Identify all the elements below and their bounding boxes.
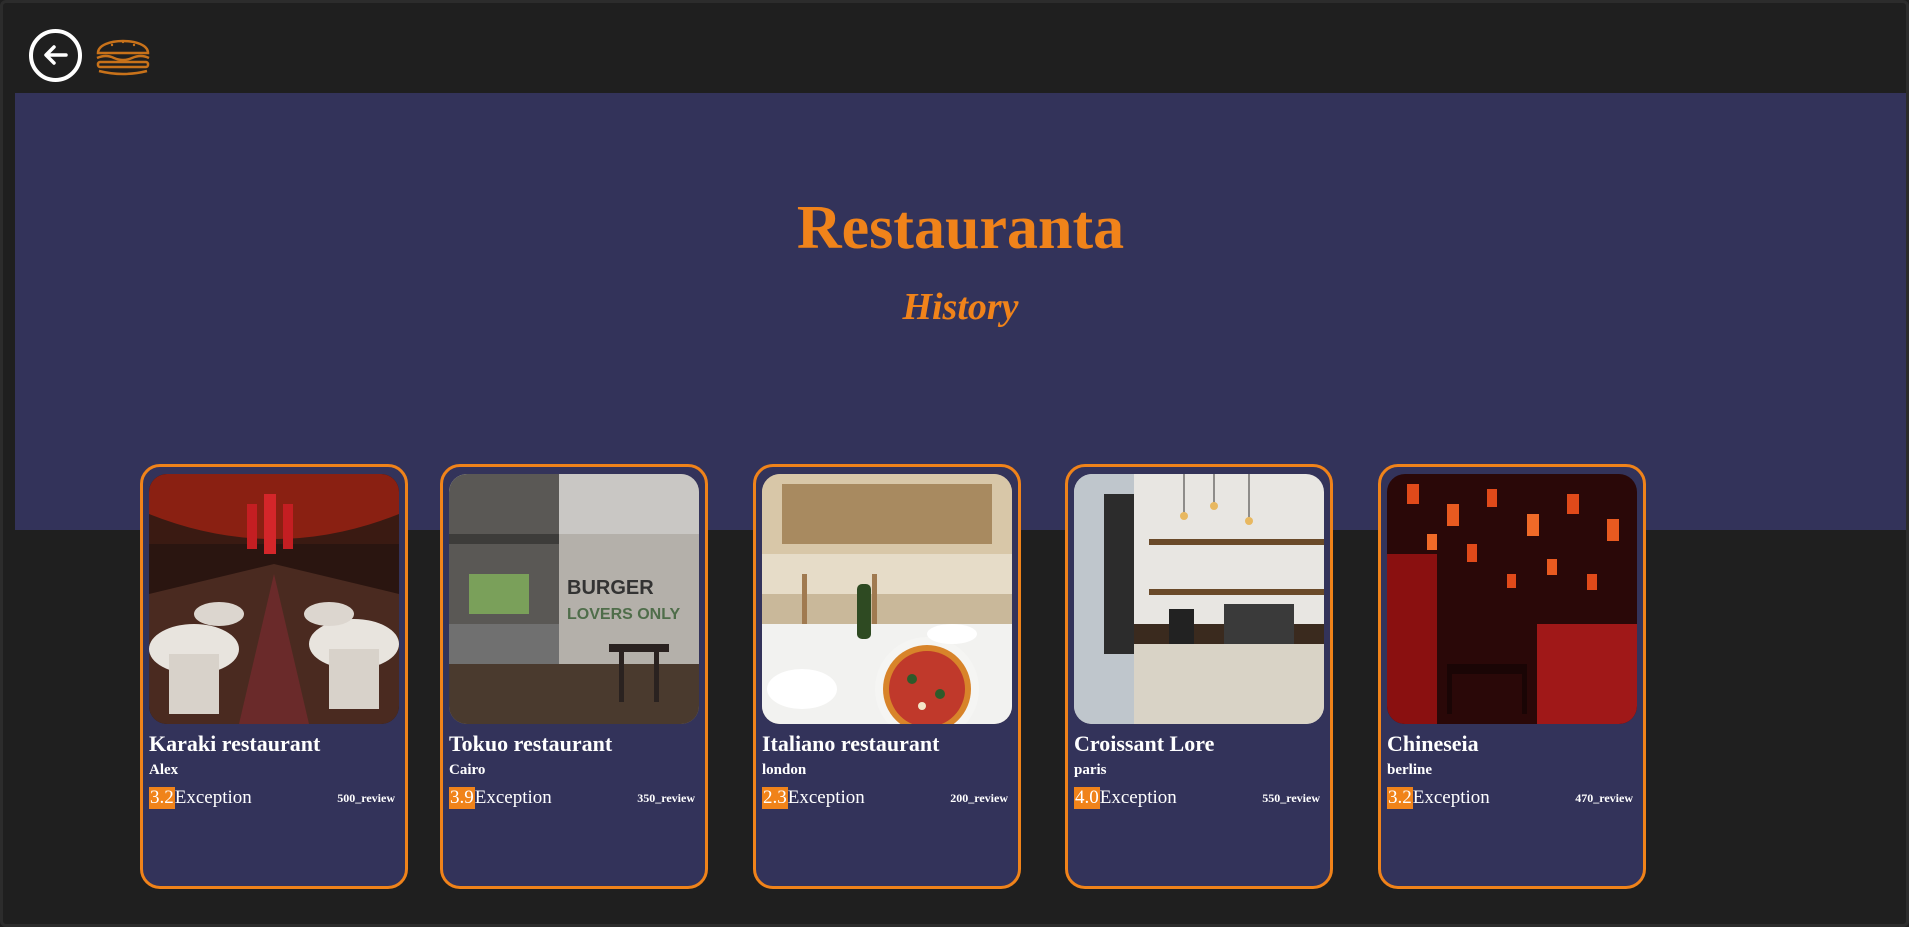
restaurant-photo bbox=[762, 474, 1012, 724]
rating-badge: 3.2 bbox=[1387, 787, 1413, 809]
rating-row: 4.0 Exception 550_review bbox=[1074, 787, 1320, 809]
restaurant-photo bbox=[1387, 474, 1637, 724]
restaurant-name: Italiano restaurant bbox=[762, 731, 940, 756]
restaurant-card[interactable]: Karaki restaurant Alex 3.2 Exception 500… bbox=[140, 464, 408, 889]
restaurant-city: london bbox=[762, 762, 807, 778]
restaurant-name: Croissant Lore bbox=[1074, 731, 1215, 756]
rating-row: 2.3 Exception 200_review bbox=[762, 787, 1008, 809]
rating-badge: 2.3 bbox=[762, 787, 788, 809]
restaurant-list: Karaki restaurant Alex 3.2 Exception 500… bbox=[140, 464, 1740, 889]
top-bar bbox=[29, 27, 156, 83]
restaurant-card[interactable]: Chineseia berline 3.2 Exception 470_revi… bbox=[1378, 464, 1646, 889]
restaurant-city: Alex bbox=[149, 762, 179, 778]
rating-label: Exception bbox=[474, 787, 552, 808]
review-count: 470_review bbox=[1575, 790, 1633, 805]
restaurant-photo bbox=[1074, 474, 1324, 724]
restaurant-name: Karaki restaurant bbox=[149, 731, 321, 756]
restaurant-card[interactable]: Croissant Lore paris 4.0 Exception 550_r… bbox=[1065, 464, 1333, 889]
page-title: Restauranta bbox=[796, 194, 1125, 262]
rating-label: Exception bbox=[1099, 787, 1177, 808]
rating-row: 3.2 Exception 500_review bbox=[149, 787, 395, 809]
restaurant-card[interactable]: BURGER LOVERS ONLY Tokuo restaurant Cair… bbox=[440, 464, 708, 889]
restaurant-photo: BURGER LOVERS ONLY bbox=[449, 474, 699, 724]
back-button[interactable] bbox=[29, 28, 82, 82]
review-count: 200_review bbox=[950, 790, 1008, 805]
restaurant-card[interactable]: Italiano restaurant london 2.3 Exception… bbox=[753, 464, 1021, 889]
review-count: 350_review bbox=[637, 790, 695, 805]
restaurant-city: paris bbox=[1074, 762, 1107, 778]
rating-label: Exception bbox=[1412, 787, 1490, 808]
rating-label: Exception bbox=[174, 787, 252, 808]
restaurant-name: Chineseia bbox=[1387, 731, 1479, 756]
restaurant-name: Tokuo restaurant bbox=[449, 731, 613, 756]
restaurant-city: berline bbox=[1387, 762, 1432, 778]
restaurant-photo bbox=[149, 474, 399, 724]
rating-label: Exception bbox=[787, 787, 865, 808]
restaurant-city: Cairo bbox=[449, 762, 486, 778]
review-count: 500_review bbox=[337, 790, 395, 805]
svg-text:LOVERS ONLY: LOVERS ONLY bbox=[567, 606, 681, 623]
review-count: 550_review bbox=[1262, 790, 1320, 805]
rating-badge: 3.9 bbox=[449, 787, 475, 809]
rating-badge: 4.0 bbox=[1074, 787, 1100, 809]
arrow-left-icon bbox=[43, 45, 68, 65]
svg-text:BURGER: BURGER bbox=[567, 577, 654, 599]
rating-badge: 3.2 bbox=[149, 787, 175, 809]
page-subtitle: History bbox=[902, 286, 1019, 328]
rating-row: 3.2 Exception 470_review bbox=[1387, 787, 1633, 809]
burger-icon bbox=[92, 30, 156, 80]
rating-row: 3.9 Exception 350_review bbox=[449, 787, 695, 809]
